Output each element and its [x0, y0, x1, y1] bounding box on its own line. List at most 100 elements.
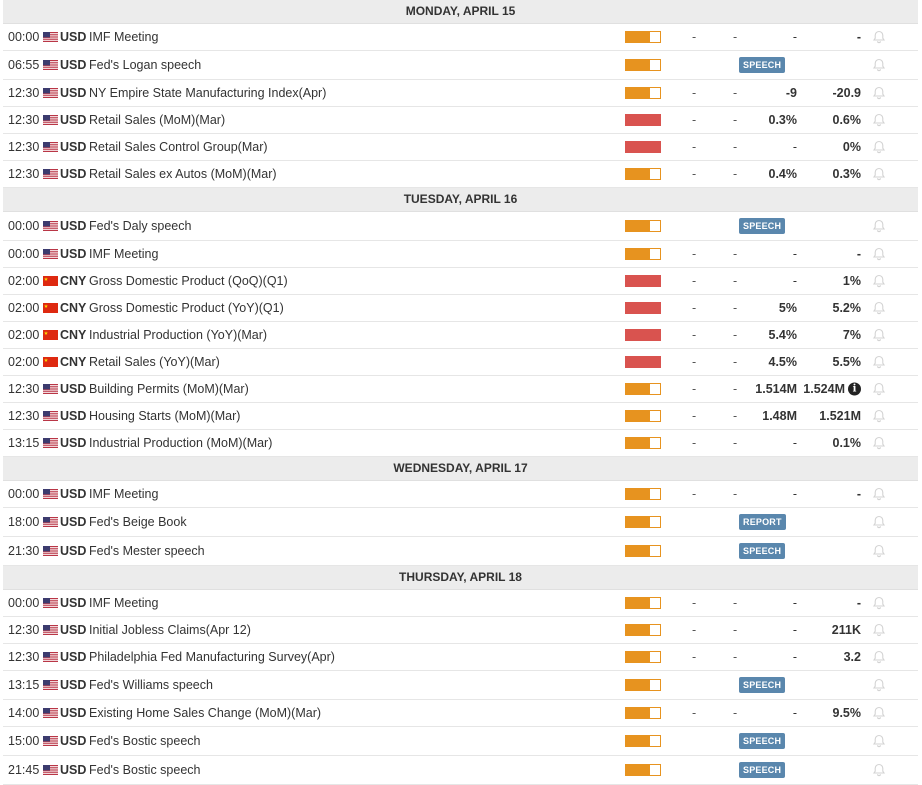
event-time: 00:00 [8, 219, 40, 233]
bell-icon[interactable] [872, 596, 886, 610]
event-row[interactable]: 13:15 USD Industrial Production (MoM)(Mar)… [3, 430, 918, 457]
event-name[interactable]: Fed's Bostic speech [89, 734, 200, 748]
event-name[interactable]: IMF Meeting [89, 247, 158, 261]
event-name[interactable]: Retail Sales (MoM)(Mar) [89, 113, 225, 127]
event-name[interactable]: IMF Meeting [89, 487, 158, 501]
impact-bar-fill [625, 545, 649, 557]
event-row[interactable]: 00:00 USD IMF Meeting - - - - [3, 24, 918, 51]
bell-icon[interactable] [872, 436, 886, 450]
bell-icon[interactable] [872, 86, 886, 100]
event-row[interactable]: 14:00 USD Existing Home Sales Change (MoM)… [3, 700, 918, 727]
event-row[interactable]: 21:45 USD Fed's Bostic speech SPEECH [3, 756, 918, 785]
event-row[interactable]: 02:00 CNY Gross Domestic Product (QoQ)(Q1)… [3, 268, 918, 295]
consensus-value: - [692, 328, 697, 342]
event-row[interactable]: 12:30 USD Initial Jobless Claims(Apr 12) - -… [3, 617, 918, 644]
event-name[interactable]: Philadelphia Fed Manufacturing Survey(Ap… [89, 650, 335, 664]
previous-value: - [856, 247, 861, 261]
event-name[interactable]: Fed's Logan speech [89, 58, 201, 72]
event-name[interactable]: Fed's Williams speech [89, 678, 213, 692]
event-row[interactable]: 12:30 USD Housing Starts (MoM)(Mar) - - 1.48M… [3, 403, 918, 430]
economic-calendar: MONDAY, APRIL 15 00:00 USD IMF Meeting - - - -0… [3, 0, 918, 785]
event-name[interactable]: IMF Meeting [89, 596, 158, 610]
event-row[interactable]: 12:30 USD Retail Sales (MoM)(Mar) - - 0.3% 0.6… [3, 107, 918, 134]
bell-icon[interactable] [872, 487, 886, 501]
bell-icon[interactable] [872, 706, 886, 720]
event-name[interactable]: IMF Meeting [89, 30, 158, 44]
event-row[interactable]: 15:00 USD Fed's Bostic speech SPEECH [3, 727, 918, 756]
event-name[interactable]: Building Permits (MoM)(Mar) [89, 382, 249, 396]
event-name[interactable]: Fed's Mester speech [89, 544, 205, 558]
event-row[interactable]: 12:30 USD Retail Sales Control Group(Mar) -… [3, 134, 918, 161]
event-name[interactable]: Retail Sales (YoY)(Mar) [89, 355, 220, 369]
event-row[interactable]: 02:00 CNY Industrial Production (YoY)(Mar)… [3, 322, 918, 349]
actual-value: 5.4% [768, 328, 798, 342]
impact-bar-fill [625, 114, 661, 126]
bell-icon[interactable] [872, 58, 886, 72]
event-row[interactable]: 12:30 USD Retail Sales ex Autos (MoM)(Mar)… [3, 161, 918, 188]
event-name[interactable]: Retail Sales Control Group(Mar) [89, 140, 268, 154]
bell-icon[interactable] [872, 247, 886, 261]
event-name[interactable]: Fed's Beige Book [89, 515, 187, 529]
forecast-value: - [733, 328, 738, 342]
actual-value: 0.4% [768, 167, 798, 181]
event-row[interactable]: 12:30 USD Building Permits (MoM)(Mar) - - 1.5… [3, 376, 918, 403]
event-row[interactable]: 06:55 USD Fed's Logan speech SPEECH [3, 51, 918, 80]
info-icon[interactable]: i [848, 382, 861, 396]
us-flag-icon [43, 60, 58, 70]
bell-icon[interactable] [872, 328, 886, 342]
bell-icon[interactable] [872, 274, 886, 288]
event-row[interactable]: 02:00 CNY Gross Domestic Product (YoY)(Q1)… [3, 295, 918, 322]
bell-icon[interactable] [872, 409, 886, 423]
impact-indicator [625, 141, 661, 153]
bell-icon[interactable] [872, 355, 886, 369]
event-name[interactable]: Industrial Production (MoM)(Mar) [89, 436, 272, 450]
event-name[interactable]: Gross Domestic Product (QoQ)(Q1) [89, 274, 288, 288]
bell-icon[interactable] [872, 650, 886, 664]
impact-indicator [625, 220, 661, 232]
impact-bar-fill [625, 220, 649, 232]
bell-icon[interactable] [872, 219, 886, 233]
impact-bar-fill [625, 707, 649, 719]
event-row[interactable]: 13:15 USD Fed's Williams speech SPEECH [3, 671, 918, 700]
event-row[interactable]: 21:30 USD Fed's Mester speech SPEECH [3, 537, 918, 566]
currency-code: CNY [60, 355, 87, 369]
event-name[interactable]: Housing Starts (MoM)(Mar) [89, 409, 240, 423]
event-name[interactable]: Initial Jobless Claims(Apr 12) [89, 623, 251, 637]
bell-icon[interactable] [872, 30, 886, 44]
bell-icon[interactable] [872, 544, 886, 558]
bell-icon[interactable] [872, 301, 886, 315]
event-row[interactable]: 00:00 USD IMF Meeting - - - - [3, 481, 918, 508]
bell-icon[interactable] [872, 734, 886, 748]
event-row[interactable]: 02:00 CNY Retail Sales (YoY)(Mar) - - 4.5% 5.5… [3, 349, 918, 376]
speech-badge: SPEECH [739, 57, 786, 73]
consensus-value: - [692, 167, 697, 181]
bell-icon[interactable] [872, 515, 886, 529]
impact-bar-empty [649, 707, 661, 719]
event-row[interactable]: 12:30 USD NY Empire State Manufacturing In… [3, 80, 918, 107]
event-row[interactable]: 00:00 USD IMF Meeting - - - - [3, 590, 918, 617]
event-name[interactable]: Retail Sales ex Autos (MoM)(Mar) [89, 167, 277, 181]
bell-icon[interactable] [872, 678, 886, 692]
event-row[interactable]: 00:00 USD IMF Meeting - - - - [3, 241, 918, 268]
event-name[interactable]: Existing Home Sales Change (MoM)(Mar) [89, 706, 321, 720]
event-name[interactable]: NY Empire State Manufacturing Index(Apr) [89, 86, 326, 100]
actual-value: - [792, 650, 797, 664]
cn-flag-icon [43, 276, 58, 286]
bell-icon[interactable] [872, 140, 886, 154]
event-row[interactable]: 18:00 USD Fed's Beige Book REPORT [3, 508, 918, 537]
bell-icon[interactable] [872, 167, 886, 181]
impact-bar-fill [625, 302, 661, 314]
event-name[interactable]: Fed's Bostic speech [89, 763, 200, 777]
bell-icon[interactable] [872, 382, 886, 396]
event-name[interactable]: Fed's Daly speech [89, 219, 191, 233]
bell-icon[interactable] [872, 763, 886, 777]
event-row[interactable]: 12:30 USD Philadelphia Fed Manufacturing S… [3, 644, 918, 671]
event-name[interactable]: Industrial Production (YoY)(Mar) [89, 328, 267, 342]
currency-code: USD [60, 544, 87, 558]
forecast-value: - [733, 140, 738, 154]
event-row[interactable]: 00:00 USD Fed's Daly speech SPEECH [3, 212, 918, 241]
bell-icon[interactable] [872, 113, 886, 127]
forecast-value: - [733, 382, 738, 396]
event-name[interactable]: Gross Domestic Product (YoY)(Q1) [89, 301, 284, 315]
bell-icon[interactable] [872, 623, 886, 637]
